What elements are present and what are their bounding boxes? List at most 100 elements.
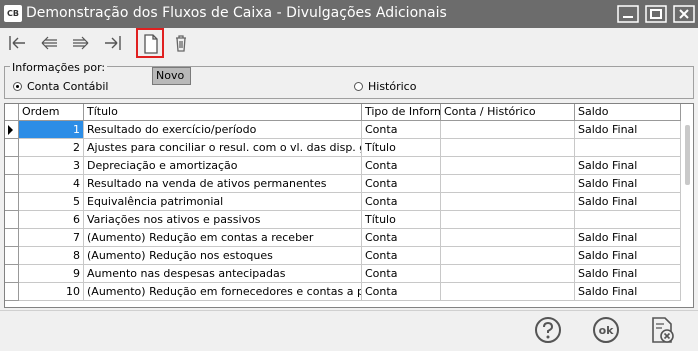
cell-titulo[interactable]: Variações nos ativos e passivos <box>84 211 362 229</box>
help-button[interactable] <box>533 315 563 345</box>
maximize-button[interactable] <box>645 5 667 23</box>
cell-saldo[interactable]: Saldo Final <box>575 229 681 247</box>
cell-conta[interactable] <box>441 283 575 301</box>
cell-saldo[interactable]: Saldo Final <box>575 157 681 175</box>
cell-saldo[interactable]: Saldo Final <box>575 121 681 139</box>
close-icon <box>673 5 695 23</box>
current-row-indicator-icon[interactable] <box>5 121 19 139</box>
data-grid[interactable]: Ordem Título Tipo de Informa Conta / His… <box>4 103 694 308</box>
filter-legend: Informações por: <box>10 61 108 74</box>
cell-ordem[interactable]: 5 <box>19 193 84 211</box>
close-button[interactable] <box>673 5 695 23</box>
cell-tipo[interactable]: Conta <box>362 229 441 247</box>
cell-conta[interactable] <box>441 265 575 283</box>
cell-tipo[interactable]: Conta <box>362 247 441 265</box>
cell-tipo[interactable]: Conta <box>362 121 441 139</box>
header-saldo[interactable]: Saldo <box>575 104 681 121</box>
first-record-icon <box>9 36 25 50</box>
toolbar <box>0 28 698 59</box>
last-record-button[interactable] <box>100 30 126 56</box>
cell-titulo[interactable]: Aumento nas despesas antecipadas <box>84 265 362 283</box>
cell-titulo[interactable]: Equivalência patrimonial <box>84 193 362 211</box>
radio-label: Histórico <box>368 80 417 93</box>
app-icon: CB <box>4 5 22 22</box>
cell-tipo[interactable]: Título <box>362 211 441 229</box>
header-ordem[interactable]: Ordem <box>19 104 84 121</box>
cell-ordem[interactable]: 6 <box>19 211 84 229</box>
cell-titulo[interactable]: Resultado do exercício/período <box>84 121 362 139</box>
ok-icon: ok <box>593 317 619 343</box>
cell-saldo[interactable] <box>575 211 681 229</box>
cell-saldo[interactable]: Saldo Final <box>575 247 681 265</box>
cell-conta[interactable] <box>441 175 575 193</box>
cell-ordem[interactable]: 7 <box>19 229 84 247</box>
cell-titulo[interactable]: (Aumento) Redução nos estoques <box>84 247 362 265</box>
radio-historico[interactable]: Histórico <box>354 80 416 94</box>
cell-tipo[interactable]: Conta <box>362 283 441 301</box>
row-indicator[interactable] <box>5 211 19 229</box>
header-conta[interactable]: Conta / Histórico <box>441 104 575 121</box>
window-title: Demonstração dos Fluxos de Caixa - Divul… <box>26 5 447 21</box>
header-titulo[interactable]: Título <box>84 104 362 121</box>
row-indicator[interactable] <box>5 139 19 157</box>
row-indicator[interactable] <box>5 265 19 283</box>
help-icon <box>535 317 561 343</box>
svg-text:ok: ok <box>599 324 615 337</box>
cell-conta[interactable] <box>441 229 575 247</box>
cell-ordem[interactable]: 4 <box>19 175 84 193</box>
cell-saldo[interactable]: Saldo Final <box>575 265 681 283</box>
cancel-button[interactable] <box>647 315 677 345</box>
minimize-button[interactable] <box>617 5 639 23</box>
cell-titulo[interactable]: Resultado na venda de ativos permanentes <box>84 175 362 193</box>
cell-conta[interactable] <box>441 139 575 157</box>
last-record-icon <box>105 36 121 50</box>
cancel-icon <box>652 317 674 343</box>
title-bar: CB Demonstração dos Fluxos de Caixa - Di… <box>0 0 698 28</box>
cell-conta[interactable] <box>441 121 575 139</box>
cell-ordem[interactable]: 10 <box>19 283 84 301</box>
header-tipo[interactable]: Tipo de Informa <box>362 104 441 121</box>
minimize-icon <box>617 5 639 23</box>
cell-tipo[interactable]: Conta <box>362 157 441 175</box>
cell-conta[interactable] <box>441 211 575 229</box>
cell-saldo[interactable]: Saldo Final <box>575 193 681 211</box>
first-record-button[interactable] <box>4 30 30 56</box>
header-indicator <box>5 104 19 121</box>
cell-saldo[interactable]: Saldo Final <box>575 175 681 193</box>
radio-unselected-icon <box>354 82 363 91</box>
next-record-button[interactable] <box>68 30 94 56</box>
cell-titulo[interactable]: (Aumento) Redução em contas a receber <box>84 229 362 247</box>
cell-tipo[interactable]: Conta <box>362 265 441 283</box>
vertical-scrollbar[interactable] <box>685 125 690 185</box>
cell-saldo[interactable] <box>575 139 681 157</box>
cell-ordem[interactable]: 2 <box>19 139 84 157</box>
cell-titulo[interactable]: (Aumento) Redução em fornecedores e cont… <box>84 283 362 301</box>
cell-ordem[interactable]: 8 <box>19 247 84 265</box>
maximize-icon <box>645 5 667 23</box>
delete-button[interactable] <box>168 30 194 56</box>
radio-conta-contabil[interactable]: Conta Contábil <box>13 80 108 94</box>
next-record-icon <box>73 36 89 50</box>
previous-record-button[interactable] <box>36 30 62 56</box>
row-indicator[interactable] <box>5 157 19 175</box>
cell-conta[interactable] <box>441 247 575 265</box>
cell-ordem[interactable]: 3 <box>19 157 84 175</box>
cell-tipo[interactable]: Conta <box>362 175 441 193</box>
ok-button[interactable]: ok <box>591 315 621 345</box>
cell-saldo[interactable]: Saldo Final <box>575 283 681 301</box>
cell-tipo[interactable]: Conta <box>362 193 441 211</box>
radio-label: Conta Contábil <box>27 80 109 93</box>
cell-conta[interactable] <box>441 157 575 175</box>
cell-conta[interactable] <box>441 193 575 211</box>
row-indicator[interactable] <box>5 175 19 193</box>
row-indicator[interactable] <box>5 283 19 301</box>
row-indicator[interactable] <box>5 229 19 247</box>
row-indicator[interactable] <box>5 193 19 211</box>
cell-ordem[interactable]: 1 <box>19 121 84 139</box>
cell-titulo[interactable]: Ajustes para conciliar o resul. com o vl… <box>84 139 362 157</box>
cell-ordem[interactable]: 9 <box>19 265 84 283</box>
cell-titulo[interactable]: Depreciação e amortização <box>84 157 362 175</box>
row-indicator[interactable] <box>5 247 19 265</box>
new-button[interactable] <box>136 28 164 58</box>
cell-tipo[interactable]: Título <box>362 139 441 157</box>
